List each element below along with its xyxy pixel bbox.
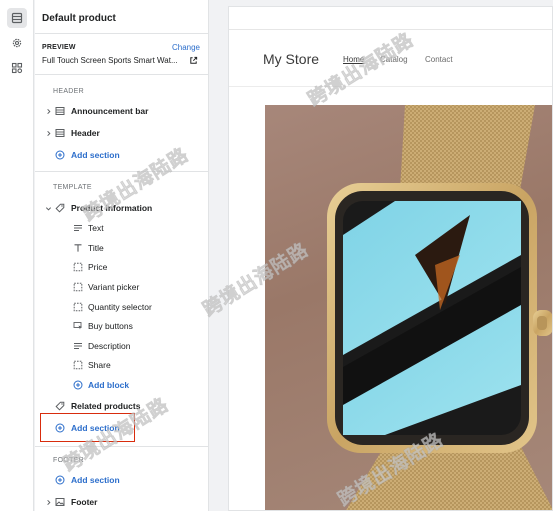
divider	[35, 33, 208, 34]
apps-icon	[11, 62, 23, 74]
block-label: Buy buttons	[88, 321, 133, 331]
preview-product-name: Full Touch Screen Sports Smart Wat...	[42, 56, 178, 65]
left-rail	[0, 0, 34, 511]
dashed-box-icon	[73, 262, 83, 272]
section-product-information[interactable]: Product information	[35, 199, 208, 217]
nav-home-link[interactable]: Home	[343, 55, 364, 64]
template-group-label: TEMPLATE	[53, 184, 92, 191]
dashed-box-icon	[73, 360, 83, 370]
block-label: Share	[88, 360, 111, 370]
nav-catalog-link[interactable]: Catalog	[380, 55, 408, 64]
external-link-icon[interactable]	[189, 56, 198, 65]
image-icon	[55, 498, 65, 506]
block-buy-buttons[interactable]: Buy buttons	[35, 317, 208, 335]
section-header[interactable]: Header	[35, 124, 208, 142]
title-icon	[74, 244, 82, 252]
divider	[35, 446, 208, 447]
section-label: Announcement bar	[71, 106, 149, 116]
plus-circle-icon	[55, 150, 65, 160]
sections-rail-button[interactable]	[7, 8, 27, 28]
gear-icon	[12, 38, 22, 48]
store-header: My Store Home Catalog Contact	[229, 29, 552, 87]
add-section-footer-button[interactable]: Add section	[35, 471, 208, 489]
block-label: Text	[88, 223, 104, 233]
plus-circle-icon	[73, 380, 83, 390]
preview-label: PREVIEW	[42, 44, 76, 51]
section-icon	[55, 129, 65, 137]
block-share[interactable]: Share	[35, 356, 208, 374]
plus-circle-icon	[55, 475, 65, 485]
chevron-right-icon[interactable]	[45, 499, 52, 506]
block-label: Title	[88, 243, 104, 253]
chevron-down-icon[interactable]	[45, 205, 52, 212]
block-variant-picker[interactable]: Variant picker	[35, 278, 208, 296]
divider	[35, 74, 208, 75]
block-label: Price	[88, 262, 108, 272]
header-group-label: HEADER	[53, 88, 84, 95]
block-title[interactable]: Title	[35, 239, 208, 257]
add-section-label: Add section	[71, 150, 120, 160]
store-name[interactable]: My Store	[263, 51, 319, 67]
product-image	[265, 105, 552, 510]
store-preview-page: My Store Home Catalog Contact	[228, 6, 553, 511]
add-section-label: Add section	[71, 475, 120, 485]
section-announcement-bar[interactable]: Announcement bar	[35, 102, 208, 120]
block-label: Description	[88, 341, 131, 351]
section-label: Related products	[71, 401, 141, 411]
text-lines-icon	[74, 225, 82, 231]
block-label: Quantity selector	[88, 302, 152, 312]
chevron-right-icon[interactable]	[45, 108, 52, 115]
block-description[interactable]: Description	[35, 337, 208, 355]
apps-rail-button[interactable]	[7, 58, 27, 78]
dashed-box-icon	[73, 302, 83, 312]
settings-rail-button[interactable]	[7, 33, 27, 53]
block-label: Variant picker	[88, 282, 140, 292]
footer-group-label: FOOTER	[53, 457, 84, 464]
smartwatch-image	[327, 105, 552, 510]
tag-icon	[55, 203, 65, 213]
block-price[interactable]: Price	[35, 258, 208, 276]
add-block-label: Add block	[88, 380, 130, 390]
sidebar-title: Default product	[42, 13, 116, 24]
section-icon	[55, 107, 65, 115]
block-quantity-selector[interactable]: Quantity selector	[35, 298, 208, 316]
section-footer[interactable]: Footer	[35, 493, 208, 511]
divider	[35, 171, 208, 172]
cursor-click-icon	[73, 322, 82, 330]
highlight-annotation	[40, 413, 135, 442]
change-preview-link[interactable]: Change	[172, 43, 200, 52]
text-lines-icon	[74, 343, 82, 349]
tag-icon	[55, 401, 65, 411]
preview-canvas: My Store Home Catalog Contact	[210, 0, 553, 511]
sections-icon	[11, 12, 23, 24]
section-label: Footer	[71, 497, 98, 507]
dashed-box-icon	[73, 282, 83, 292]
add-section-header-button[interactable]: Add section	[35, 146, 208, 164]
section-label: Header	[71, 128, 100, 138]
chevron-right-icon[interactable]	[45, 130, 52, 137]
add-block-button[interactable]: Add block	[35, 376, 208, 394]
nav-contact-link[interactable]: Contact	[425, 55, 453, 64]
block-text[interactable]: Text	[35, 219, 208, 237]
section-label: Product information	[71, 203, 153, 213]
